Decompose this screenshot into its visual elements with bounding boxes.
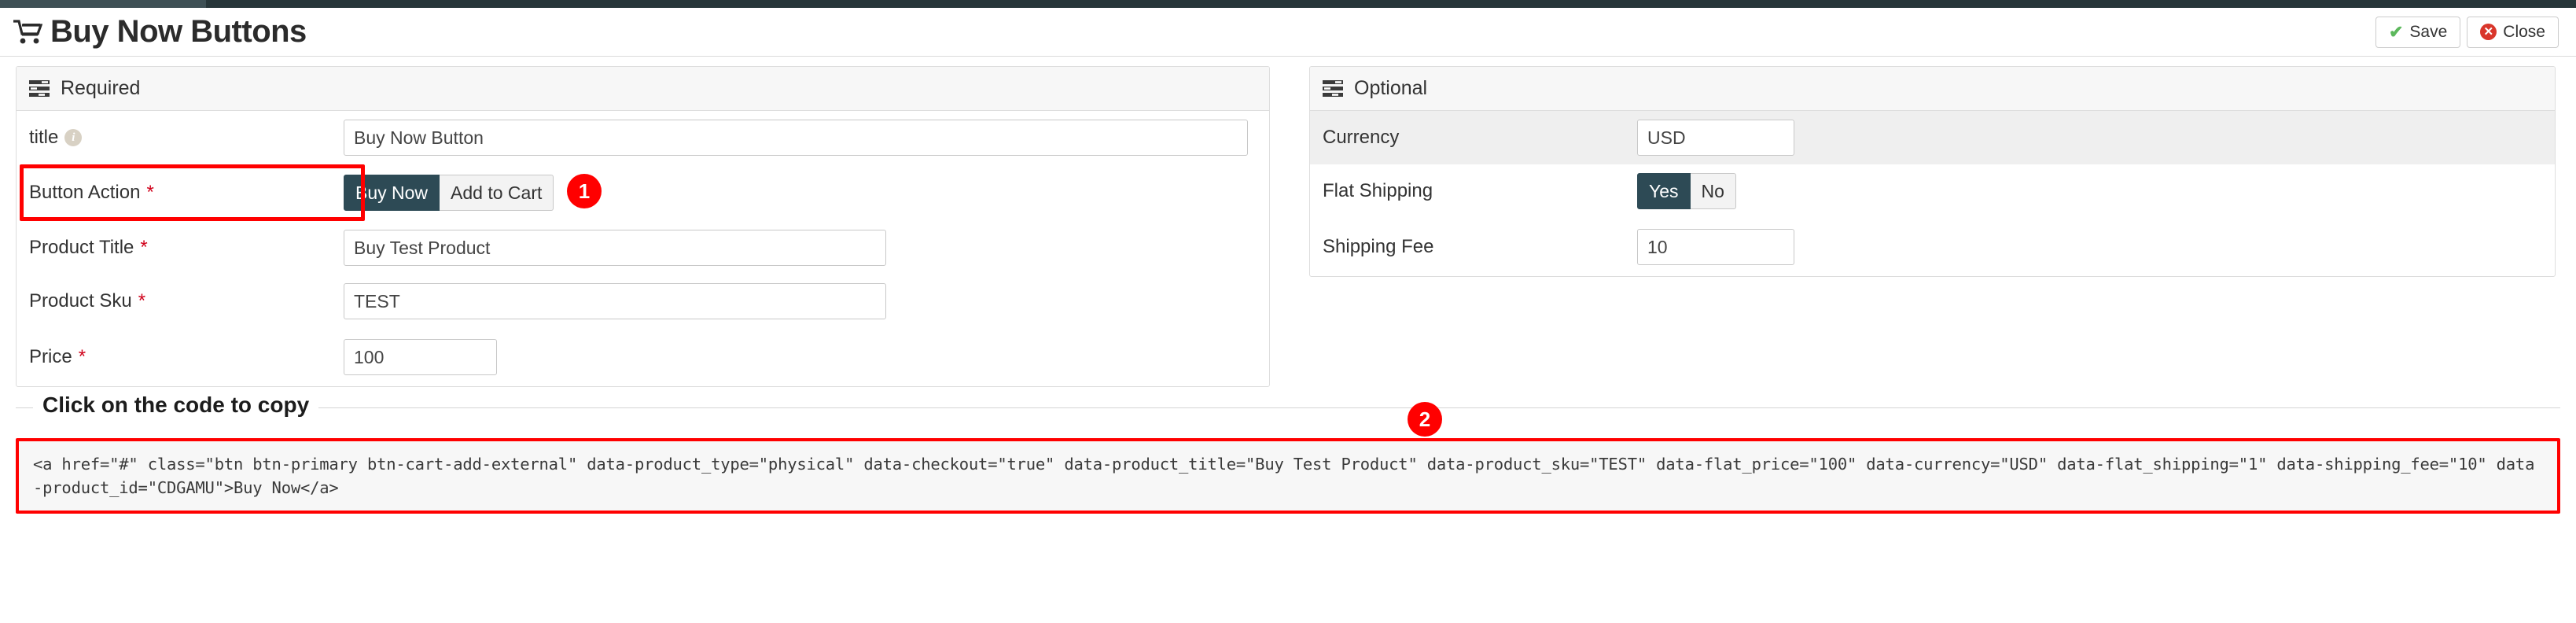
embed-code-snippet[interactable]: <a href="#" class="btn btn-primary btn-c…	[33, 452, 2543, 500]
flat-shipping-option-yes[interactable]: Yes	[1637, 173, 1691, 209]
code-copy-box[interactable]: <a href="#" class="btn btn-primary btn-c…	[16, 438, 2560, 514]
title-field-label: title i	[29, 127, 344, 149]
page-header: Buy Now Buttons ✔ Save ✕ Close	[0, 8, 2576, 57]
annotation-badge-2: 2	[1408, 402, 1442, 437]
top-bar-remainder	[206, 0, 2576, 8]
field-row-price: Price * 100	[17, 328, 1269, 386]
product-sku-input[interactable]: TEST	[344, 283, 886, 319]
top-bar-active-segment	[0, 0, 206, 8]
required-asterisk: *	[138, 290, 146, 312]
required-panel-body: title i Buy Now Button Button Action * B…	[17, 111, 1269, 386]
field-row-currency: Currency USD	[1310, 111, 2555, 164]
shipping-fee-label-text: Shipping Fee	[1323, 236, 1434, 257]
required-asterisk: *	[78, 346, 86, 367]
currency-field-label: Currency	[1323, 127, 1637, 149]
header-actions: ✔ Save ✕ Close	[2375, 16, 2559, 48]
optional-panel-header: Optional	[1310, 67, 2555, 111]
info-icon[interactable]: i	[64, 129, 83, 146]
shipping-fee-field-label: Shipping Fee	[1323, 236, 1637, 258]
product-title-input-value: Buy Test Product	[354, 237, 491, 258]
save-button-label: Save	[2409, 22, 2448, 41]
optional-panel-title: Optional	[1354, 77, 1428, 99]
product-sku-label-text: Product Sku	[29, 290, 132, 312]
button-action-label-text: Button Action	[29, 182, 141, 203]
product-sku-field-label: Product Sku *	[29, 290, 344, 312]
flat-shipping-option-no[interactable]: No	[1690, 173, 1736, 209]
title-input[interactable]: Buy Now Button	[344, 120, 1248, 156]
product-sku-input-value: TEST	[354, 290, 400, 312]
flat-shipping-label-text: Flat Shipping	[1323, 180, 1433, 201]
field-row-title: title i Buy Now Button	[17, 111, 1269, 164]
list-stack-icon	[1323, 79, 1343, 98]
product-title-input[interactable]: Buy Test Product	[344, 230, 886, 266]
optional-panel-body: Currency USD Flat Shipping Yes No Shippi…	[1310, 111, 2555, 276]
close-button-label: Close	[2503, 22, 2545, 41]
panels-row: Required title i Buy Now Button Button A…	[0, 57, 2576, 387]
app-top-bar	[0, 0, 2576, 8]
code-section: Click on the code to copy 2 <a href="#" …	[16, 393, 2560, 514]
field-row-product-sku: Product Sku * TEST	[17, 275, 1269, 328]
product-title-label-text: Product Title	[29, 237, 134, 258]
field-row-button-action: Button Action * Buy Now Add to Cart 1	[17, 164, 1269, 221]
button-action-option-buy-now[interactable]: Buy Now	[344, 175, 440, 211]
button-action-toggle-group: Buy Now Add to Cart	[344, 175, 554, 211]
required-asterisk: *	[146, 182, 154, 203]
required-panel: Required title i Buy Now Button Button A…	[16, 66, 1270, 387]
field-row-product-title: Product Title * Buy Test Product	[17, 221, 1269, 275]
price-label-text: Price	[29, 346, 72, 367]
optional-panel: Optional Currency USD Flat Shipping Yes	[1309, 66, 2556, 277]
flat-shipping-field-label: Flat Shipping	[1323, 180, 1637, 202]
shipping-fee-input-value: 10	[1647, 236, 1668, 257]
required-panel-header: Required	[17, 67, 1269, 111]
required-asterisk: *	[140, 237, 148, 258]
x-circle-icon: ✕	[2480, 24, 2497, 40]
currency-input[interactable]: USD	[1637, 120, 1794, 156]
product-title-field-label: Product Title *	[29, 237, 344, 259]
shipping-fee-input[interactable]: 10	[1637, 229, 1794, 265]
currency-label-text: Currency	[1323, 127, 1400, 148]
flat-shipping-toggle-group: Yes No	[1637, 173, 1736, 209]
title-label-text: title	[29, 127, 59, 148]
page-title-text: Buy Now Buttons	[50, 14, 307, 49]
field-row-shipping-fee: Shipping Fee 10	[1310, 218, 2555, 276]
required-panel-title: Required	[61, 77, 141, 99]
title-input-value: Buy Now Button	[354, 127, 484, 148]
page-title: Buy Now Buttons	[13, 14, 307, 50]
close-button[interactable]: ✕ Close	[2467, 16, 2559, 48]
price-input[interactable]: 100	[344, 339, 497, 375]
check-icon: ✔	[2388, 21, 2404, 42]
shopping-cart-icon	[13, 19, 42, 46]
annotation-badge-1: 1	[567, 174, 602, 208]
list-stack-icon	[29, 79, 50, 98]
button-action-option-add-to-cart[interactable]: Add to Cart	[440, 175, 554, 211]
code-section-legend: Click on the code to copy	[33, 393, 319, 418]
currency-input-value: USD	[1647, 127, 1686, 148]
save-button[interactable]: ✔ Save	[2375, 16, 2461, 48]
price-input-value: 100	[354, 346, 385, 367]
price-field-label: Price *	[29, 346, 344, 368]
field-row-flat-shipping: Flat Shipping Yes No	[1310, 164, 2555, 218]
button-action-field-label: Button Action *	[29, 182, 344, 204]
